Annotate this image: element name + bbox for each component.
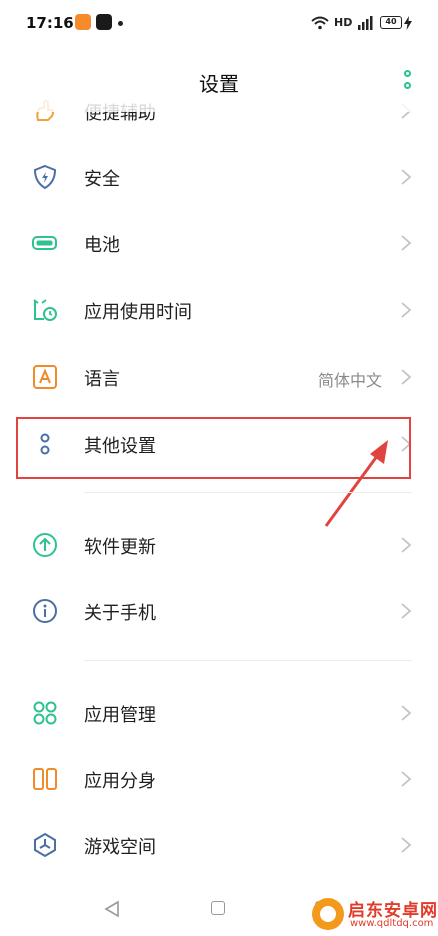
- settings-item-about-phone[interactable]: 关于手机: [0, 578, 438, 644]
- settings-item-screen-time[interactable]: 应用使用时间: [0, 277, 438, 343]
- chevron-right-icon: [401, 705, 412, 721]
- more-notifications-icon: [118, 21, 123, 26]
- settings-item-software-update[interactable]: 软件更新: [0, 512, 438, 578]
- section-divider: [84, 660, 412, 661]
- charging-icon: [404, 16, 412, 30]
- settings-item-game-space[interactable]: 游戏空间: [0, 812, 438, 878]
- game-icon: [34, 832, 56, 858]
- chevron-right-icon: [401, 771, 412, 787]
- chevron-right-icon: [401, 169, 412, 185]
- settings-item-label: 关于手机: [84, 603, 156, 624]
- settings-item-app-clone[interactable]: 应用分身: [0, 746, 438, 812]
- settings-item-security[interactable]: 安全: [0, 144, 438, 210]
- app-header-foreground: 设置: [0, 48, 438, 112]
- settings-item-label: 电池: [84, 235, 120, 256]
- clone-icon: [33, 768, 57, 790]
- settings-item-language[interactable]: 语言 简体中文: [0, 344, 438, 410]
- site-watermark: 启东安卓网 www.qdltdq.com: [308, 892, 438, 936]
- settings-item-label: 应用管理: [84, 705, 156, 726]
- more-vertical-icon: [404, 82, 411, 89]
- settings-item-label: 安全: [84, 169, 120, 190]
- settings-item-label: 应用分身: [84, 771, 156, 792]
- chevron-right-icon: [401, 235, 412, 251]
- alarm-clock-icon: [33, 299, 57, 321]
- chevron-right-icon: [401, 603, 412, 619]
- chevron-right-icon: [401, 837, 412, 853]
- home-icon[interactable]: [211, 901, 225, 915]
- signal-icon: [358, 16, 373, 30]
- battery-icon: [32, 236, 57, 250]
- settings-item-label: 语言: [84, 369, 120, 390]
- settings-item-label: 软件更新: [84, 537, 156, 558]
- status-bar: 17:16 HD 40: [0, 0, 438, 48]
- shield-icon: [33, 164, 57, 190]
- more-options-button-foreground[interactable]: [398, 66, 418, 94]
- chevron-right-icon: [401, 537, 412, 553]
- language-icon: [33, 365, 57, 389]
- info-icon: [33, 599, 57, 623]
- page-title-foreground: 设置: [199, 72, 239, 96]
- update-icon: [33, 533, 57, 557]
- settings-item-label: 游戏空间: [84, 837, 156, 858]
- settings-item-label: 应用使用时间: [84, 302, 192, 323]
- section-divider: [84, 492, 412, 493]
- battery-level: 40: [380, 16, 402, 29]
- watermark-logo-icon: [312, 898, 344, 930]
- language-value: 简体中文: [317, 371, 382, 390]
- settings-item-battery[interactable]: 电池: [0, 210, 438, 276]
- wifi-icon: [311, 16, 329, 30]
- status-time: 17:16: [26, 14, 74, 32]
- watermark-url: www.qdltdq.com: [350, 918, 434, 929]
- settings-item-app-management[interactable]: 应用管理: [0, 680, 438, 746]
- app-notification-icon: [75, 14, 91, 30]
- back-icon[interactable]: [104, 900, 120, 918]
- network-type: HD: [334, 16, 353, 29]
- apps-icon: [33, 701, 57, 725]
- tiktok-notification-icon: [96, 14, 112, 30]
- more-vertical-icon: [404, 70, 411, 77]
- chevron-right-icon: [401, 369, 412, 385]
- chevron-right-icon: [401, 302, 412, 318]
